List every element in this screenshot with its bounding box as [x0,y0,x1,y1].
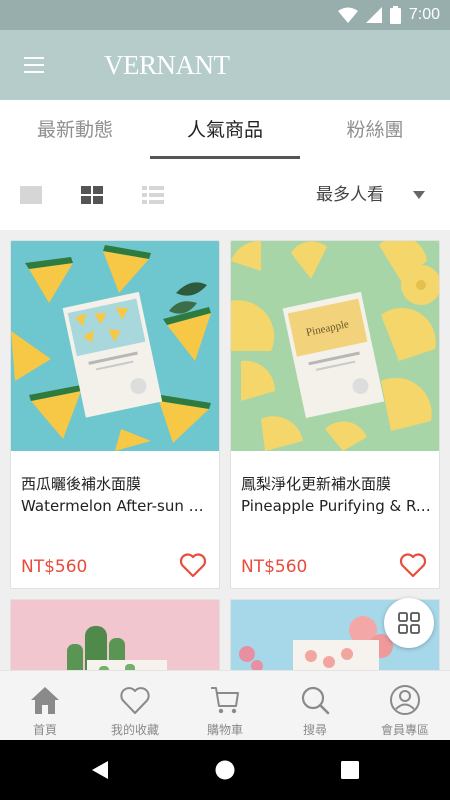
recents-icon[interactable] [341,761,359,779]
tab-bar: 最新動態 人氣商品 粉絲團 [0,100,450,162]
status-icons: 7:00 [337,5,440,25]
tab-popular-products[interactable]: 人氣商品 [150,100,300,162]
nav-label: 首頁 [32,723,57,737]
nav-label: 我的收藏 [110,723,159,737]
wifi-icon [337,7,358,23]
caret-down-icon[interactable] [413,191,425,199]
home-circle-icon[interactable] [215,760,235,780]
watermelon-mask-photo [11,241,219,451]
tab-latest-news[interactable]: 最新動態 [0,100,150,162]
nav-member[interactable]: 會員專區 [360,671,450,741]
grid-view-icon[interactable] [80,185,104,205]
view-toolbar: 最多人看 [0,162,450,230]
category-grid-button[interactable] [384,598,434,648]
nav-search[interactable]: 搜尋 [270,671,360,741]
product-card[interactable] [10,599,220,670]
brand-logo: VERNANT [104,50,230,80]
back-icon[interactable] [90,760,110,780]
system-navigation-bar [0,740,450,800]
battery-icon [389,6,401,24]
product-name-en: Watermelon After-sun M... [21,497,213,515]
nav-favorites[interactable]: 我的收藏 [90,671,180,741]
hamburger-menu-icon[interactable] [18,50,52,80]
app-bar: VERNANT [0,30,450,100]
status-time: 7:00 [408,6,440,23]
active-tab-indicator [150,156,300,159]
cell-signal-icon [365,7,382,23]
product-grid: 西瓜曬後補水面膜 Watermelon After-sun M... NT$56… [0,230,450,670]
heart-outline-icon[interactable] [179,552,207,578]
heart-icon [120,687,150,714]
heart-outline-icon[interactable] [399,552,427,578]
product-name-zh: 西瓜曬後補水面膜 [21,475,142,493]
category-grid-icon [398,612,420,634]
home-icon [31,687,59,714]
pineapple-mask-photo: Pineapple [231,241,439,451]
cart-icon [211,687,239,714]
product-name-en: Pineapple Purifying & Re... [241,497,433,515]
user-icon [390,685,420,715]
nav-label: 購物車 [206,723,243,737]
status-bar: 7:00 [0,0,450,30]
nav-label: 搜尋 [302,723,327,737]
product-price: NT$560 [21,557,88,577]
product-card[interactable]: 西瓜曬後補水面膜 Watermelon After-sun M... NT$56… [10,240,220,589]
nav-cart[interactable]: 購物車 [180,671,270,741]
cactus-mask-photo [11,600,219,670]
search-icon [301,686,330,715]
list-view-icon[interactable] [141,185,165,205]
nav-home[interactable]: 首頁 [0,671,90,741]
nav-label: 會員專區 [380,723,429,737]
product-price: NT$560 [241,557,308,577]
product-name-zh: 鳳梨淨化更新補水面膜 [241,475,392,493]
product-card[interactable]: Pineapple 鳳梨淨化更新補水面膜 Pineapple Purifying… [230,240,440,589]
sort-dropdown[interactable]: 最多人看 [316,182,384,208]
single-view-icon[interactable] [19,185,43,205]
tab-fan-page[interactable]: 粉絲團 [300,100,450,162]
bottom-navigation: 首頁 我的收藏 購物車 搜尋 會員專區 [0,670,450,740]
